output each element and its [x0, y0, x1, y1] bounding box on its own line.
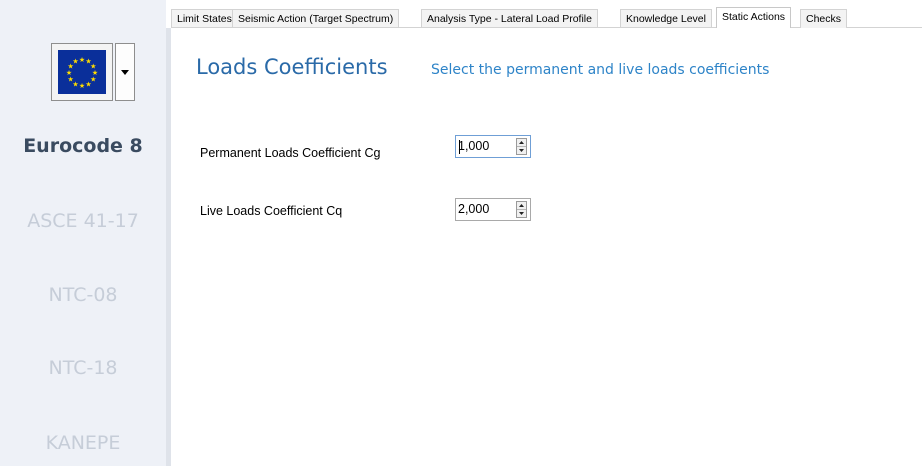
sidebar-divider — [166, 28, 171, 466]
permanent-loads-spin-buttons[interactable] — [516, 138, 527, 155]
arrow-up-icon — [519, 141, 524, 144]
code-item-eurocode-8[interactable]: Eurocode 8 — [0, 135, 166, 157]
live-loads-decrement-button[interactable] — [517, 210, 526, 217]
svg-text:★: ★ — [79, 56, 85, 64]
tab-limit-states[interactable]: Limit States — [171, 9, 238, 28]
arrow-down-icon — [519, 212, 524, 215]
permanent-loads-decrement-button[interactable] — [517, 147, 526, 154]
svg-text:★: ★ — [79, 82, 85, 90]
live-loads-stepper[interactable]: 2,000 — [455, 198, 531, 221]
permanent-loads-stepper[interactable]: 1,000 — [455, 135, 531, 158]
chevron-down-icon — [121, 69, 129, 75]
arrow-up-icon — [519, 204, 524, 207]
permanent-loads-increment-button[interactable] — [517, 139, 526, 147]
tab-checks[interactable]: Checks — [800, 9, 848, 28]
code-item-kanepe[interactable]: KANEPE — [0, 432, 166, 454]
tab-analysis-type[interactable]: Analysis Type - Lateral Load Profile — [421, 9, 598, 28]
live-loads-label: Live Loads Coefficient Cq — [200, 204, 343, 218]
live-loads-increment-button[interactable] — [517, 202, 526, 210]
tab-knowledge-level[interactable]: Knowledge Level — [620, 9, 712, 28]
live-loads-value[interactable]: 2,000 — [458, 199, 489, 220]
permanent-loads-label: Permanent Loads Coefficient Cg — [200, 146, 381, 160]
page-title: Loads Coefficients — [196, 55, 388, 79]
eu-flag-icon: ★ ★ ★ ★ ★ ★ ★ ★ ★ ★ ★ ★ — [58, 50, 106, 94]
flag-dropdown-button[interactable] — [115, 43, 135, 101]
svg-text:★: ★ — [85, 80, 91, 88]
permanent-loads-value[interactable]: 1,000 — [458, 136, 489, 157]
code-sidebar: ★ ★ ★ ★ ★ ★ ★ ★ ★ ★ ★ ★ Eurocode 8 ASCE … — [0, 0, 166, 466]
svg-text:★: ★ — [72, 58, 78, 66]
tab-static-actions[interactable]: Static Actions — [716, 7, 792, 28]
live-loads-spin-buttons[interactable] — [516, 201, 527, 218]
code-item-ntc-18[interactable]: NTC-18 — [0, 357, 166, 379]
flag-selector[interactable]: ★ ★ ★ ★ ★ ★ ★ ★ ★ ★ ★ ★ — [51, 43, 113, 101]
code-item-asce-41-17[interactable]: ASCE 41-17 — [0, 210, 166, 232]
page-subtitle: Select the permanent and live loads coef… — [431, 62, 770, 78]
code-item-ntc-08[interactable]: NTC-08 — [0, 284, 166, 306]
text-caret — [459, 140, 460, 154]
arrow-down-icon — [519, 149, 524, 152]
tab-seismic-action[interactable]: Seismic Action (Target Spectrum) — [232, 9, 400, 28]
